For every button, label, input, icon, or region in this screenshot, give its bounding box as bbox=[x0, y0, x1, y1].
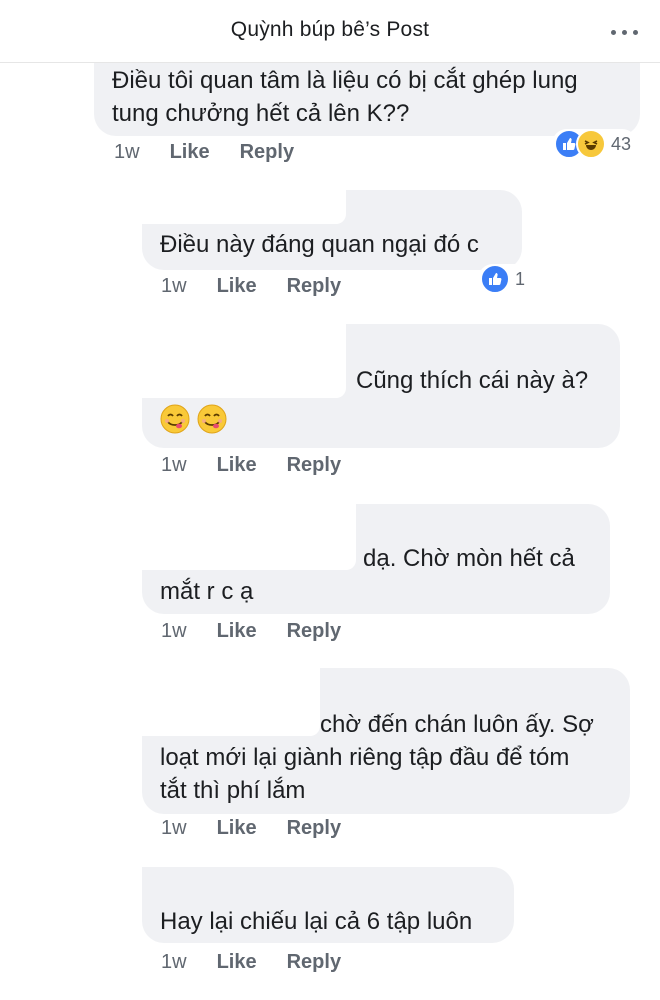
comment-text-line: dạ. Chờ mòn hết cả bbox=[363, 545, 575, 572]
reaction-count: 1 bbox=[515, 268, 526, 289]
cropped-area bbox=[142, 324, 346, 398]
reply-button[interactable]: Reply bbox=[287, 620, 341, 643]
comment-meta: 1w Like Reply bbox=[161, 454, 341, 477]
like-button[interactable]: Like bbox=[217, 620, 257, 643]
comment-text-line: loạt mới lại giành riêng tập đầu để tóm bbox=[160, 744, 570, 771]
like-button[interactable]: Like bbox=[217, 817, 257, 840]
comment-meta: 1w Like Reply bbox=[114, 141, 294, 164]
post-header: Quỳnh búp bê’s Post bbox=[0, 0, 660, 63]
comment-text-line: Điều tôi quan tâm là liệu có bị cắt ghép… bbox=[112, 67, 578, 94]
comment-time[interactable]: 1w bbox=[161, 275, 187, 298]
yum-face-emoji bbox=[197, 404, 227, 434]
reaction-summary[interactable]: 1 bbox=[478, 264, 532, 294]
reply-button[interactable]: Reply bbox=[240, 141, 294, 164]
comment-text-line: Điều này đáng quan ngại đó c bbox=[160, 231, 479, 258]
comment-meta: 1w Like Reply bbox=[161, 951, 341, 974]
comment-meta: 1w Like Reply bbox=[161, 620, 341, 643]
cropped-area bbox=[142, 504, 356, 570]
reply-button[interactable]: Reply bbox=[287, 275, 341, 298]
page-title: Quỳnh búp bê’s Post bbox=[230, 18, 430, 41]
yum-face-emoji bbox=[160, 404, 190, 434]
like-button[interactable]: Like bbox=[217, 951, 257, 974]
comment-text-line: mắt r c ạ bbox=[160, 578, 254, 605]
reply-button[interactable]: Reply bbox=[287, 951, 341, 974]
like-button[interactable]: Like bbox=[217, 275, 257, 298]
like-button[interactable]: Like bbox=[170, 141, 210, 164]
comment-text-line: chờ đến chán luôn ấy. Sợ bbox=[320, 711, 594, 738]
cropped-area bbox=[142, 190, 346, 224]
comment-text-line: tắt thì phí lắm bbox=[160, 777, 306, 804]
crop-divider bbox=[0, 841, 660, 867]
comment-time[interactable]: 1w bbox=[114, 141, 140, 164]
cropped-area bbox=[142, 668, 320, 736]
comment-time[interactable]: 1w bbox=[161, 817, 187, 840]
comment-meta: 1w Like Reply bbox=[161, 275, 341, 298]
haha-reaction-icon bbox=[576, 129, 606, 159]
comment-time[interactable]: 1w bbox=[161, 454, 187, 477]
comment-text-line: Hay lại chiếu lại cả 6 tập luôn bbox=[160, 908, 473, 935]
like-reaction-icon bbox=[480, 264, 510, 294]
comment-text-line: tung chưởng hết cả lên K?? bbox=[112, 100, 410, 127]
reply-bubble: Hay lại chiếu lại cả 6 tập luôn bbox=[142, 867, 514, 943]
comment-text-line: Cũng thích cái này à? bbox=[356, 367, 589, 394]
reply-button[interactable]: Reply bbox=[287, 817, 341, 840]
reaction-summary[interactable]: 43 bbox=[552, 129, 638, 159]
like-button[interactable]: Like bbox=[217, 454, 257, 477]
emoji-line bbox=[160, 404, 227, 443]
reaction-count: 43 bbox=[611, 133, 632, 154]
comment-meta: 1w Like Reply bbox=[161, 817, 341, 840]
comment-time[interactable]: 1w bbox=[161, 620, 187, 643]
more-icon[interactable] bbox=[611, 30, 638, 35]
reply-button[interactable]: Reply bbox=[287, 454, 341, 477]
comment-time[interactable]: 1w bbox=[161, 951, 187, 974]
